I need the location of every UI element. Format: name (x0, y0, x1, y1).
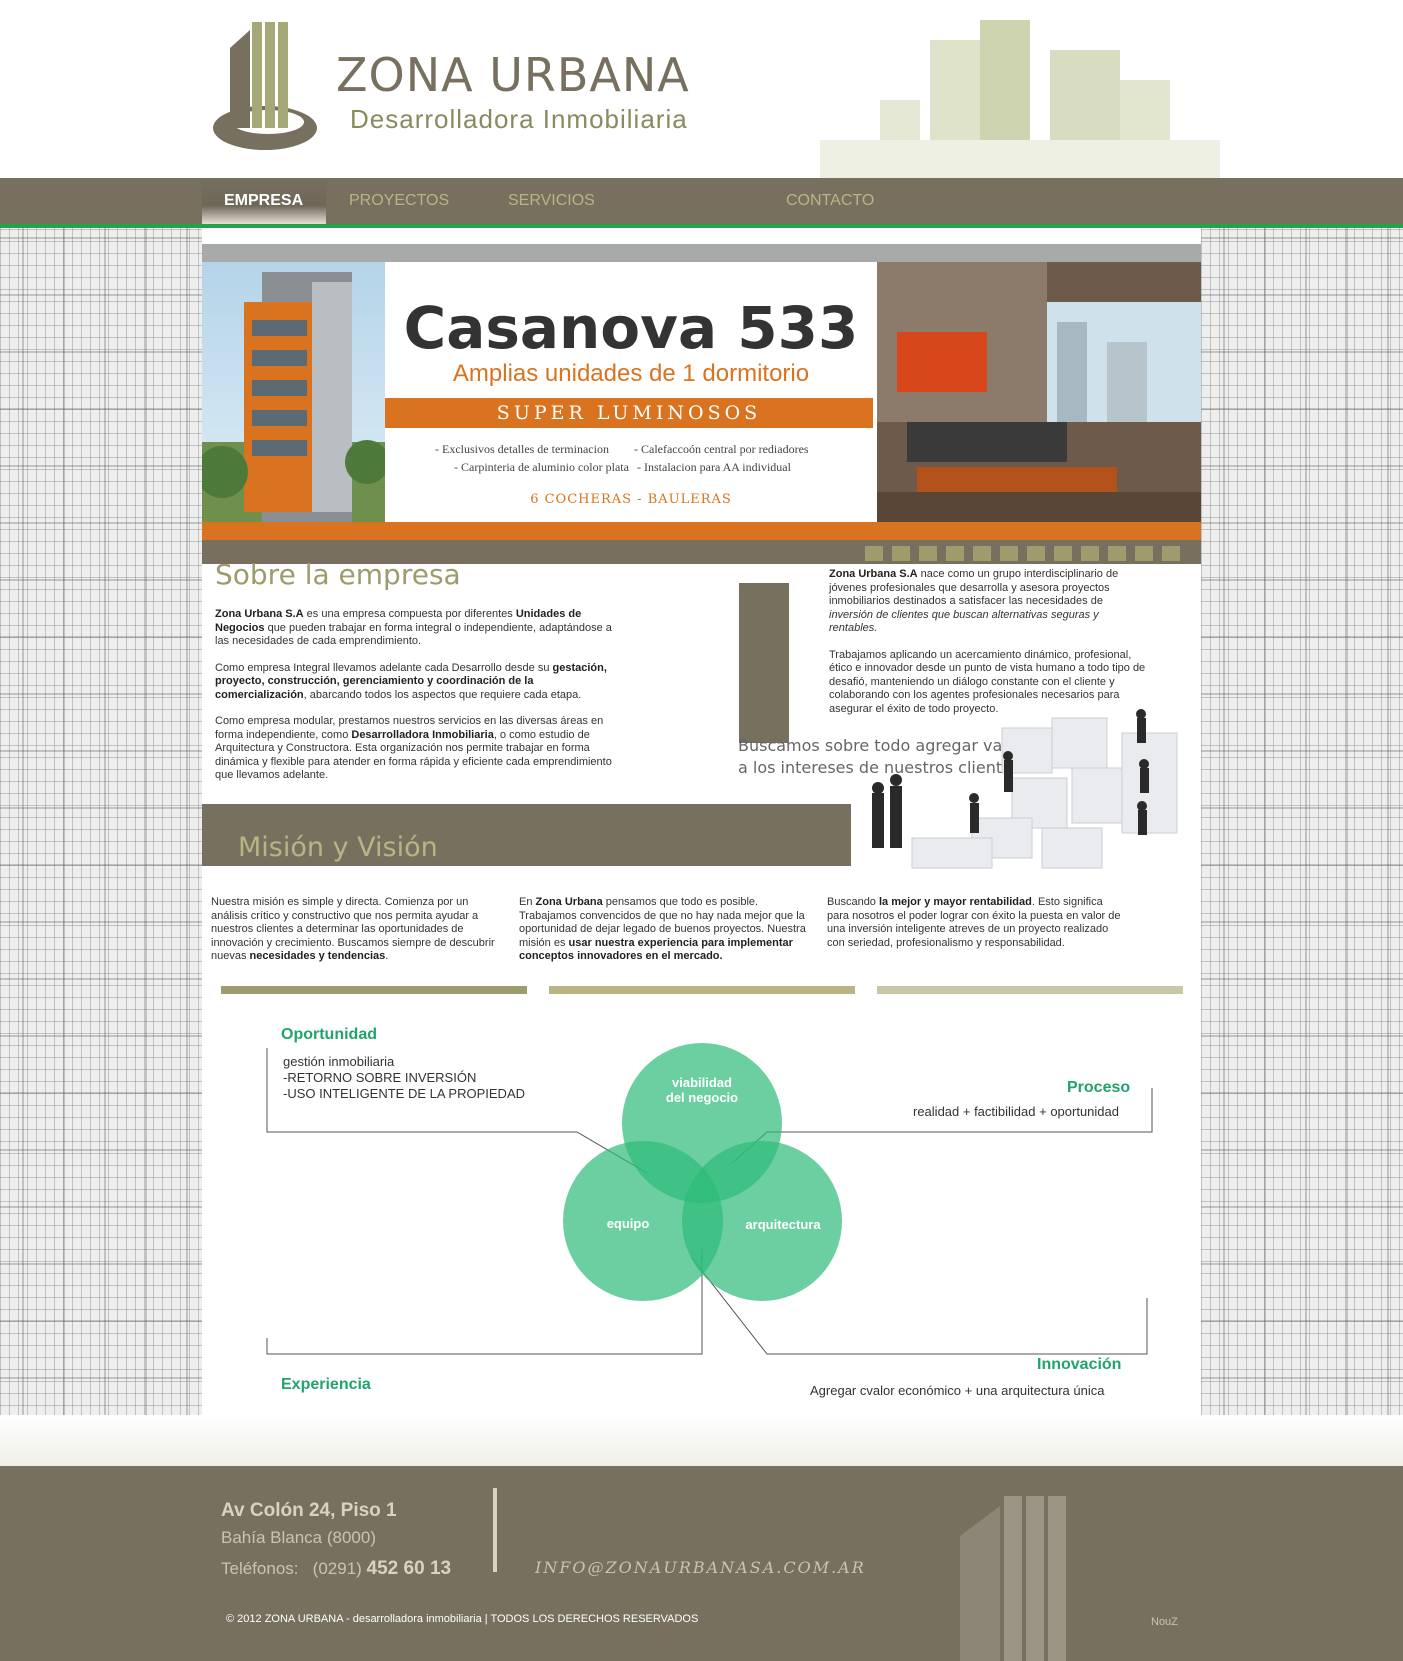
puzzle-teamwork-illustration (872, 709, 1178, 869)
diagram-experiencia-title: Experiencia (281, 1376, 371, 1393)
phone-number: 452 60 13 (366, 1558, 452, 1579)
about-paragraph-2: Como empresa Integral llevamos adelante … (215, 661, 607, 701)
about-paragraph-1: Zona Urbana S.A es una empresa compuesta… (215, 608, 612, 647)
skyline-illustration (820, 20, 1220, 178)
banner-text-panel: Casanova 533 Amplias unidades de 1 dormi… (385, 262, 877, 522)
city-pattern-right (1201, 228, 1403, 1466)
banner-cocheras: 6 COCHERAS - BAULERAS (530, 492, 732, 507)
slider-dot[interactable] (973, 546, 991, 561)
column-divider (221, 986, 527, 994)
diagram-innovacion-text: Agregar cvalor económico + una arquitect… (810, 1383, 1105, 1398)
slider-dot[interactable] (1108, 546, 1126, 561)
building-photo (202, 262, 385, 522)
footer-building-icon (960, 1496, 1066, 1661)
slider-dot[interactable] (1000, 546, 1018, 561)
header: ZONA URBANA Desarrolladora Inmobiliaria (0, 0, 1403, 178)
nav-item-contacto[interactable]: CONTACTO (786, 192, 874, 210)
slider-dot[interactable] (1162, 546, 1180, 561)
venn-label-top: viabilidad del negocio (642, 1075, 762, 1105)
column-divider (877, 986, 1183, 994)
main-content: Casanova 533 Amplias unidades de 1 dormi… (202, 228, 1201, 1466)
mision-title: Misión y Visión (238, 832, 438, 863)
nav-item-empresa[interactable]: EMPRESA (224, 192, 303, 210)
footer-phone: Teléfonos: (0291) 452 60 13 (221, 1558, 451, 1580)
oportunidad-line: gestión inmobiliaria (283, 1054, 395, 1069)
banner-orange-bar (202, 522, 1201, 540)
about-paragraph-3: Como empresa modular, prestamos nuestros… (215, 715, 612, 781)
logo-title: ZONA URBANA (336, 48, 690, 102)
footer-email-link[interactable]: INFO@ZONAURBANASA.COM.AR (535, 1558, 866, 1577)
content-bottom-fade (0, 1415, 1403, 1470)
nav-item-servicios[interactable]: SERVICIOS (508, 192, 595, 210)
phone-label: Teléfonos: (221, 1559, 299, 1578)
about-right-paragraph-1: Zona Urbana S.A nace como un grupo inter… (829, 568, 1119, 634)
logo-building-icon (213, 22, 317, 150)
venn-label-left: equipo (606, 1216, 650, 1231)
banner-strip: SUPER LUMINOSOS (385, 398, 873, 428)
mision-col-1: Nuestra misión es simple y directa. Comi… (211, 896, 495, 962)
about-right-paragraph-2: Trabajamos aplicando un acercamiento din… (829, 648, 1146, 715)
diagram-proceso-text: realidad + factibilidad + oportunidad (913, 1104, 1119, 1119)
feature-item: - Exclusivos detalles de terminacion (435, 442, 609, 456)
slider-dot[interactable] (1054, 546, 1072, 561)
logo-tagline: Desarrolladora Inmobiliaria (350, 104, 688, 134)
slider-dot[interactable] (946, 546, 964, 561)
venn-label-right: arquitectura (745, 1217, 821, 1232)
mision-col-3: Buscando la mejor y mayor rentabilidad. … (827, 896, 1121, 949)
mision-col-2: En Zona Urbana pensamos que todo es posi… (519, 896, 806, 962)
column-divider (549, 986, 855, 994)
logo[interactable]: ZONA URBANA Desarrolladora Inmobiliaria (210, 18, 730, 168)
slider-dot[interactable] (919, 546, 937, 561)
oportunidad-line: -USO INTELIGENTE DE LA PROPIEDAD (283, 1086, 525, 1101)
venn-top-line: del negocio (665, 1090, 739, 1105)
about-text-right: Zona Urbana S.A nace como un grupo inter… (829, 568, 1149, 729)
project-banner[interactable]: Casanova 533 Amplias unidades de 1 dormi… (202, 244, 1201, 570)
footer-copyright: © 2012 ZONA URBANA - desarrolladora inmo… (226, 1613, 699, 1625)
footer-separator (493, 1488, 497, 1572)
slider-dot[interactable] (1135, 546, 1153, 561)
slider-dot[interactable] (892, 546, 910, 561)
footer: Av Colón 24, Piso 1 Bahía Blanca (8000) … (0, 1466, 1403, 1661)
slider-dot[interactable] (865, 546, 883, 561)
mision-header: Misión y Visión (202, 804, 851, 866)
nav-item-proyectos[interactable]: PROYECTOS (349, 192, 449, 210)
main-nav: EMPRESA PROYECTOS SERVICIOS CONTACTO (0, 178, 1403, 224)
city-pattern-left (0, 228, 202, 1466)
diagram-oportunidad-title: Oportunidad (281, 1026, 377, 1043)
footer-address: Av Colón 24, Piso 1 (221, 1500, 397, 1521)
banner-subtitle: Amplias unidades de 1 dormitorio (452, 360, 810, 387)
diagram-oportunidad-text: gestión inmobiliaria -RETORNO SOBRE INVE… (283, 1054, 525, 1102)
interior-photo (877, 262, 1201, 522)
footer-city: Bahía Blanca (8000) (221, 1528, 376, 1547)
phone-area: (0291) (312, 1559, 362, 1578)
accent-block (739, 583, 789, 743)
diagram-proceso-title: Proceso (1067, 1079, 1131, 1096)
about-text: Zona Urbana S.A es una empresa compuesta… (215, 608, 627, 796)
banner-title: Casanova 533 (403, 294, 859, 362)
diagram-innovacion-title: Innovación (1037, 1356, 1122, 1373)
slider-dot[interactable] (1081, 546, 1099, 561)
slider-dot[interactable] (1027, 546, 1045, 561)
feature-item: - Instalacion para AA individual (637, 460, 791, 474)
banner-top-bar (202, 244, 1201, 262)
slider-dots (865, 546, 1180, 561)
footer-credit[interactable]: NouZ (1151, 1616, 1178, 1628)
feature-item: - Calefaccoón central por rediadores (634, 442, 809, 456)
feature-item: - Carpinteria de aluminio color plata (454, 460, 629, 474)
venn-top-line: viabilidad (672, 1075, 732, 1090)
about-title: Sobre la empresa (215, 558, 461, 591)
oportunidad-line: -RETORNO SOBRE INVERSIÓN (283, 1070, 477, 1085)
